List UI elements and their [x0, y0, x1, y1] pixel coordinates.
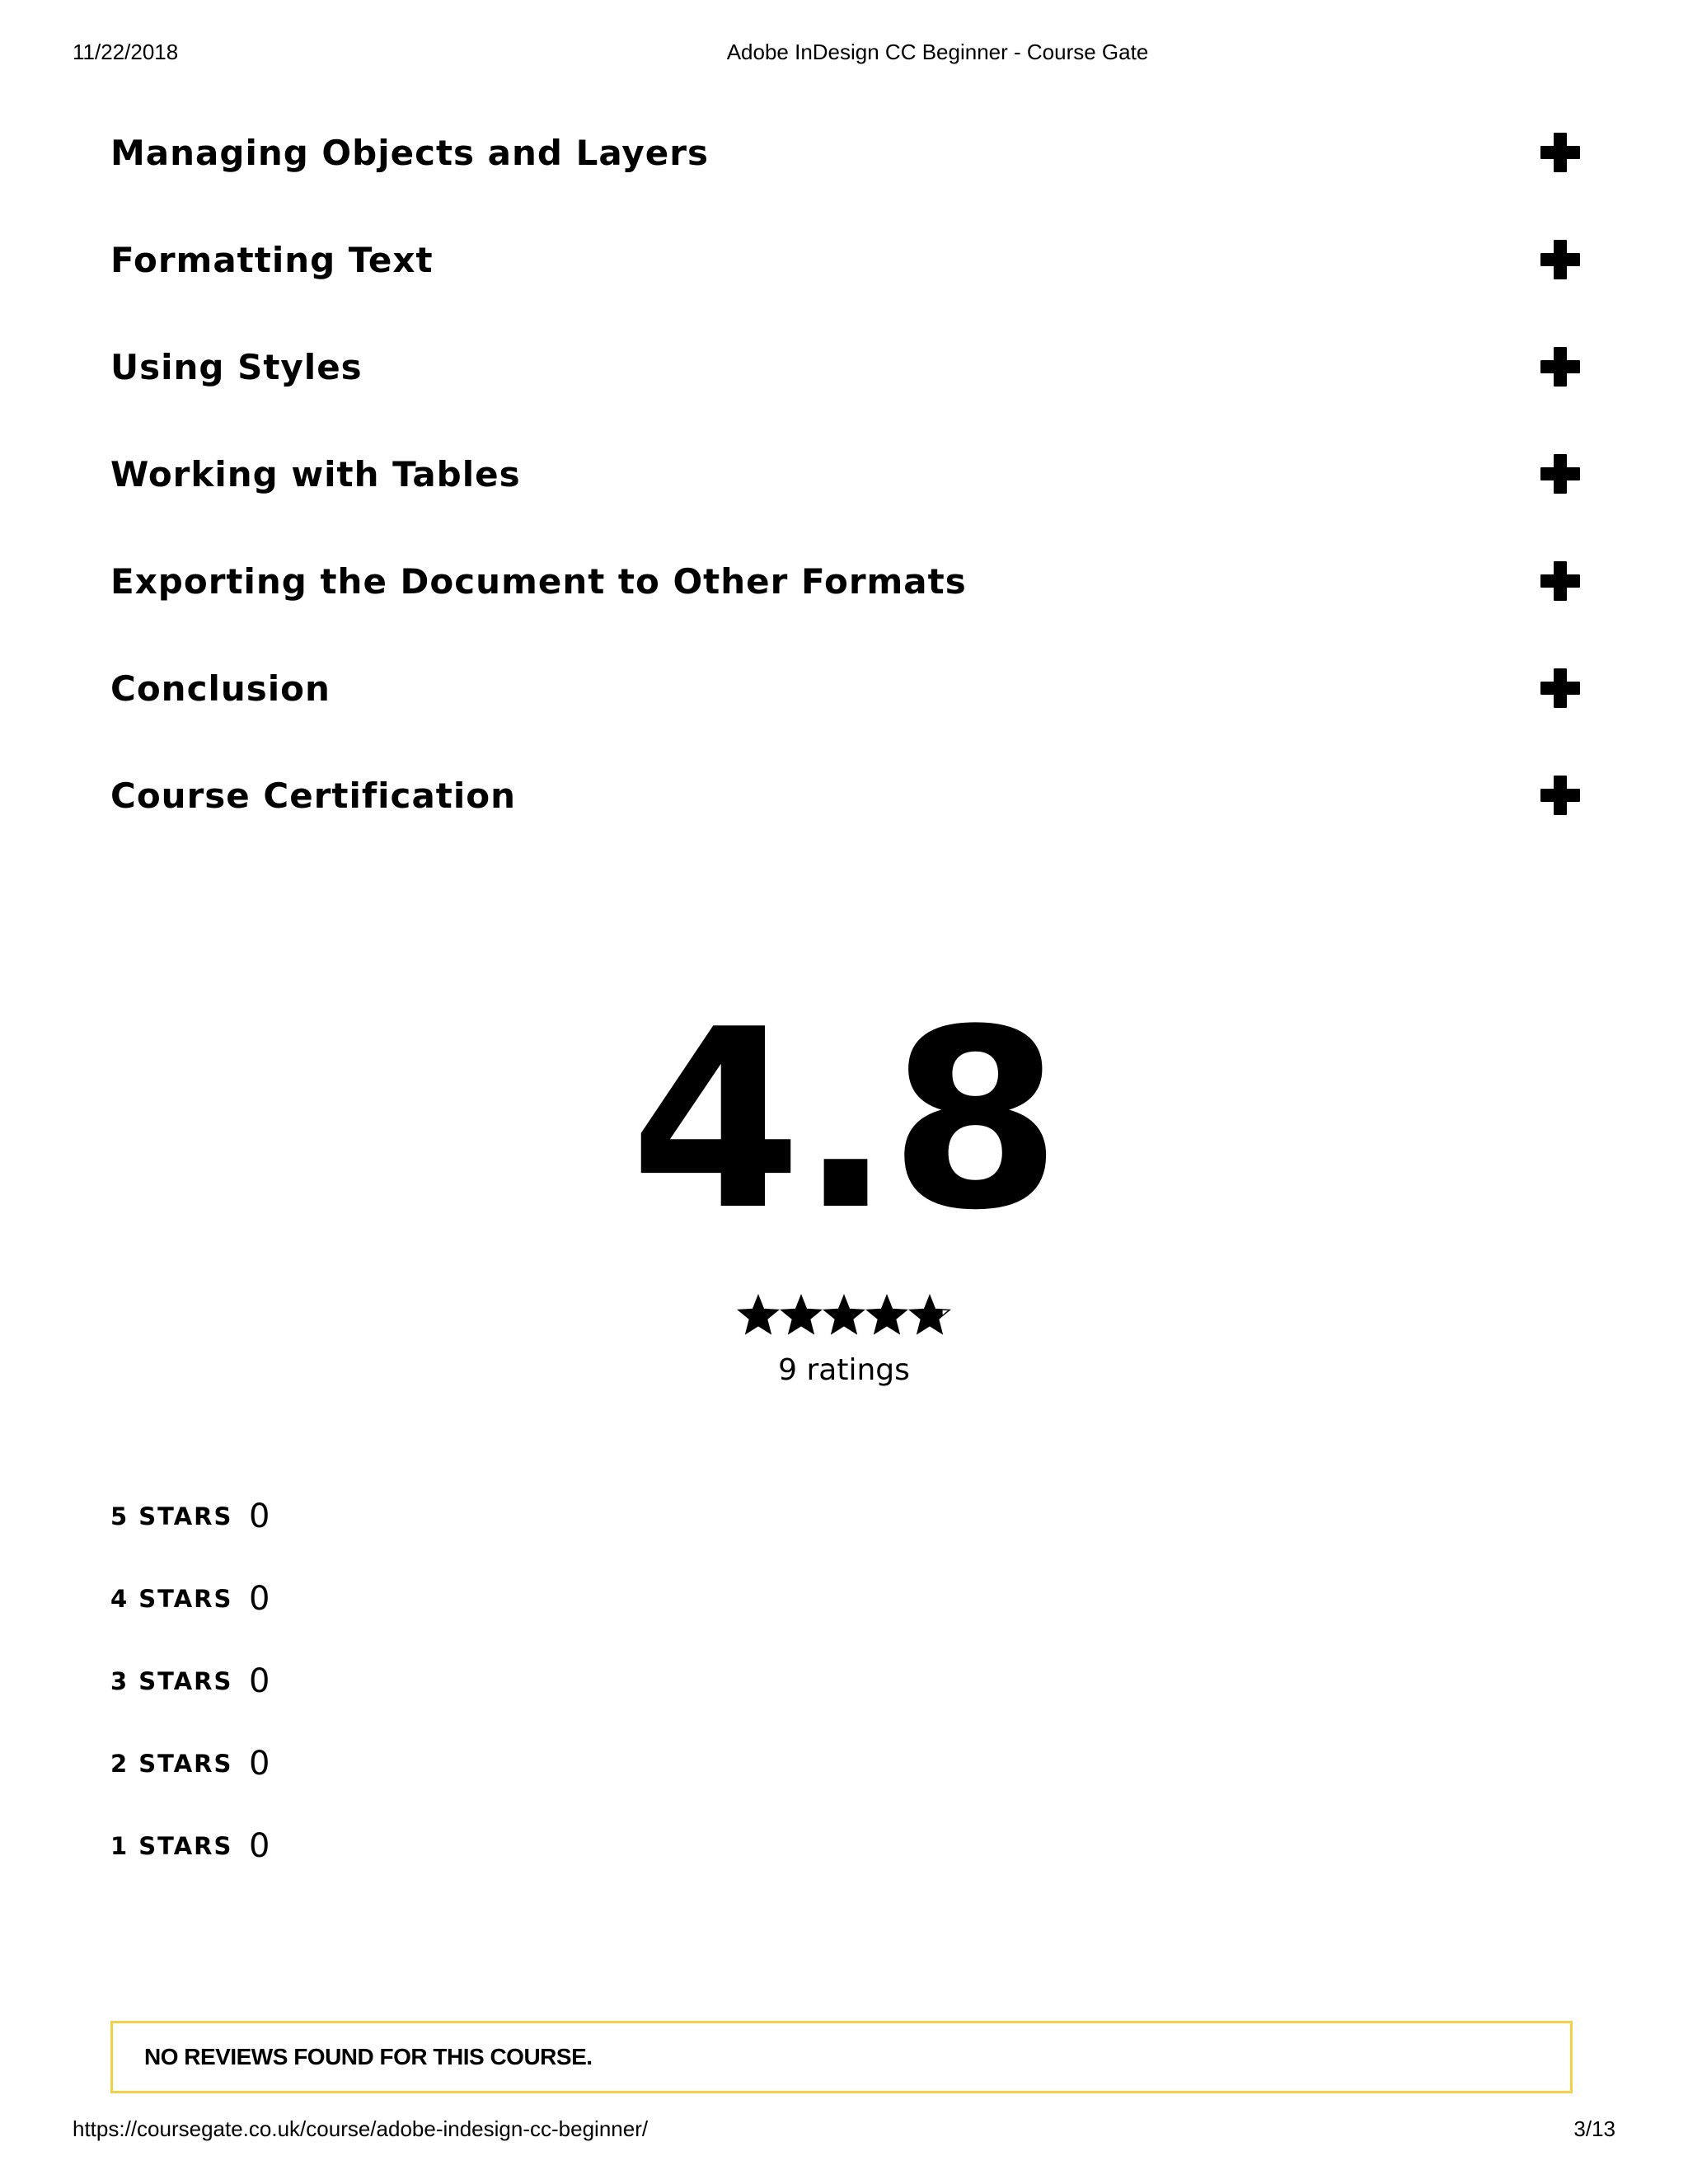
print-url: https://coursegate.co.uk/course/adobe-in…: [73, 2116, 649, 2141]
breakdown-row: 5 STARS 0: [110, 1475, 270, 1558]
section-title: Using Styles: [110, 346, 363, 387]
rating-count: 9 ratings: [778, 1353, 910, 1387]
plus-icon[interactable]: [1540, 453, 1581, 494]
star-icon: [780, 1294, 823, 1335]
breakdown-row: 1 STARS 0: [110, 1805, 270, 1887]
star-icon: [908, 1294, 951, 1335]
curriculum-section[interactable]: Exporting the Document to Other Formats: [110, 527, 1582, 635]
star-icon: [865, 1294, 908, 1335]
breakdown-count: 0: [249, 1827, 270, 1865]
average-rating: 4.8: [630, 977, 1061, 1264]
star-icon: [823, 1294, 865, 1335]
breakdown-label: 3 STARS: [110, 1667, 233, 1695]
rating-breakdown: 5 STARS 0 4 STARS 0 3 STARS 0 2 STARS 0 …: [110, 1475, 270, 1887]
breakdown-count: 0: [249, 1497, 270, 1535]
breakdown-label: 1 STARS: [110, 1832, 233, 1860]
breakdown-row: 3 STARS 0: [110, 1640, 270, 1722]
no-reviews-notice: NO REVIEWS FOUND FOR THIS COURSE.: [110, 2021, 1573, 2093]
breakdown-label: 5 STARS: [110, 1502, 233, 1530]
curriculum-section[interactable]: Working with Tables: [110, 420, 1582, 527]
print-page-title: Adobe InDesign CC Beginner - Course Gate: [726, 40, 1149, 64]
curriculum-section[interactable]: Managing Objects and Layers: [110, 99, 1582, 206]
section-title: Managing Objects and Layers: [110, 132, 709, 173]
breakdown-label: 2 STARS: [110, 1750, 233, 1778]
breakdown-count: 0: [249, 1662, 270, 1700]
plus-icon[interactable]: [1540, 132, 1581, 173]
breakdown-count: 0: [249, 1745, 270, 1783]
rating-summary: 4.8 9 ratings: [0, 977, 1688, 1388]
plus-icon[interactable]: [1540, 668, 1581, 709]
breakdown-label: 4 STARS: [110, 1585, 233, 1613]
plus-icon[interactable]: [1540, 346, 1581, 387]
curriculum-section[interactable]: Conclusion: [110, 635, 1582, 742]
curriculum-section[interactable]: Course Certification: [110, 742, 1582, 849]
section-title: Exporting the Document to Other Formats: [110, 560, 967, 602]
breakdown-row: 2 STARS 0: [110, 1722, 270, 1805]
breakdown-row: 4 STARS 0: [110, 1558, 270, 1640]
print-header: 11/22/2018 Adobe InDesign CC Beginner - …: [0, 40, 1688, 73]
section-title: Conclusion: [110, 668, 331, 709]
plus-icon[interactable]: [1540, 560, 1581, 602]
print-footer: https://coursegate.co.uk/course/adobe-in…: [0, 2116, 1688, 2149]
section-title: Formatting Text: [110, 239, 434, 280]
star-rating: [0, 1294, 1688, 1340]
breakdown-count: 0: [249, 1580, 270, 1618]
curriculum-section[interactable]: Formatting Text: [110, 206, 1582, 313]
print-page-number: 3/13: [1573, 2116, 1615, 2141]
section-title: Course Certification: [110, 775, 517, 816]
curriculum-list: Managing Objects and Layers Formatting T…: [110, 99, 1582, 849]
curriculum-section[interactable]: Using Styles: [110, 313, 1582, 420]
plus-icon[interactable]: [1540, 775, 1581, 816]
star-icon: [737, 1294, 780, 1335]
plus-icon[interactable]: [1540, 239, 1581, 280]
section-title: Working with Tables: [110, 453, 521, 494]
